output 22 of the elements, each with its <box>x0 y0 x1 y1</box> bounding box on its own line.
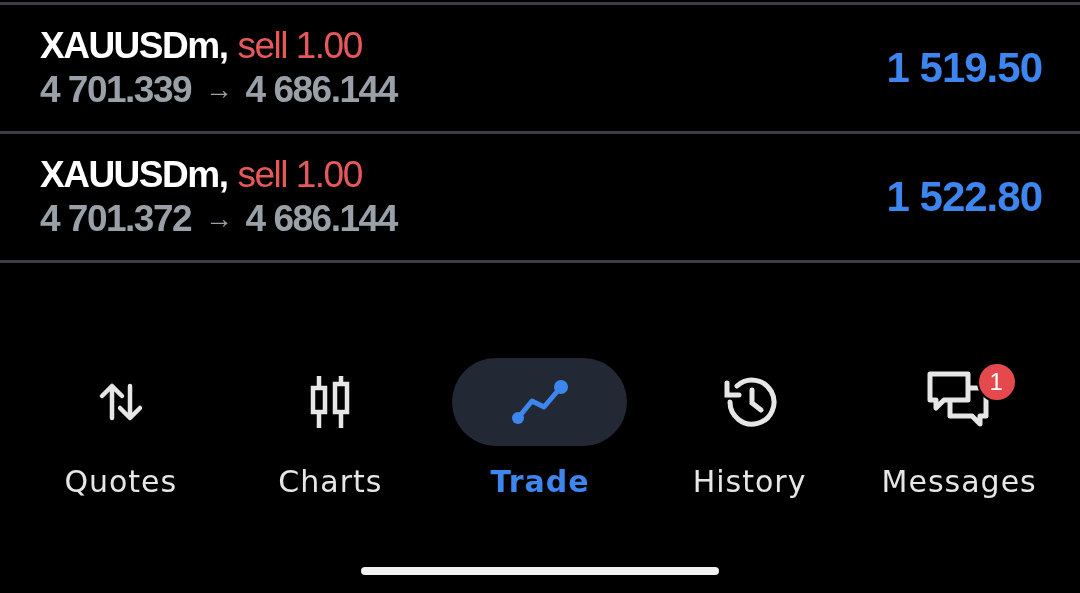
current-price: 4 686.144 <box>245 198 397 240</box>
line-chart-icon <box>511 379 569 425</box>
nav-tab[interactable]: Quotes <box>16 358 226 499</box>
open-price: 4 701.339 <box>40 69 192 111</box>
profit-text: 1 522.80 <box>886 173 1042 221</box>
nav-tab[interactable]: Trade <box>435 358 645 499</box>
arrow-text: → <box>205 73 232 107</box>
volume-text: sell 1.00 <box>237 25 362 67</box>
profit-text: 1 519.50 <box>886 44 1042 92</box>
current-price: 4 686.144 <box>245 69 397 111</box>
updown-arrows-icon <box>97 382 144 422</box>
volume-text: sell 1.00 <box>237 154 362 196</box>
symbol-text: XAUUSDm, <box>40 25 228 67</box>
unread-badge: 1 <box>976 362 1017 402</box>
nav-tab[interactable]: 1 Messages <box>854 358 1064 499</box>
arrow-text: → <box>205 202 232 236</box>
nav-tab[interactable]: Charts <box>225 358 436 499</box>
position-row[interactable]: XAUUSDm, sell 1.00 4 701.372 → 4 686.144 1 522.80 <box>0 134 1080 263</box>
symbol-text: XAUUSDm, <box>40 154 228 196</box>
open-price: 4 701.372 <box>40 198 192 240</box>
nav-tab[interactable]: History <box>644 358 855 499</box>
position-row[interactable]: XAUUSDm, sell 1.00 4 701.339 → 4 686.144 1 519.50 <box>0 5 1080 134</box>
